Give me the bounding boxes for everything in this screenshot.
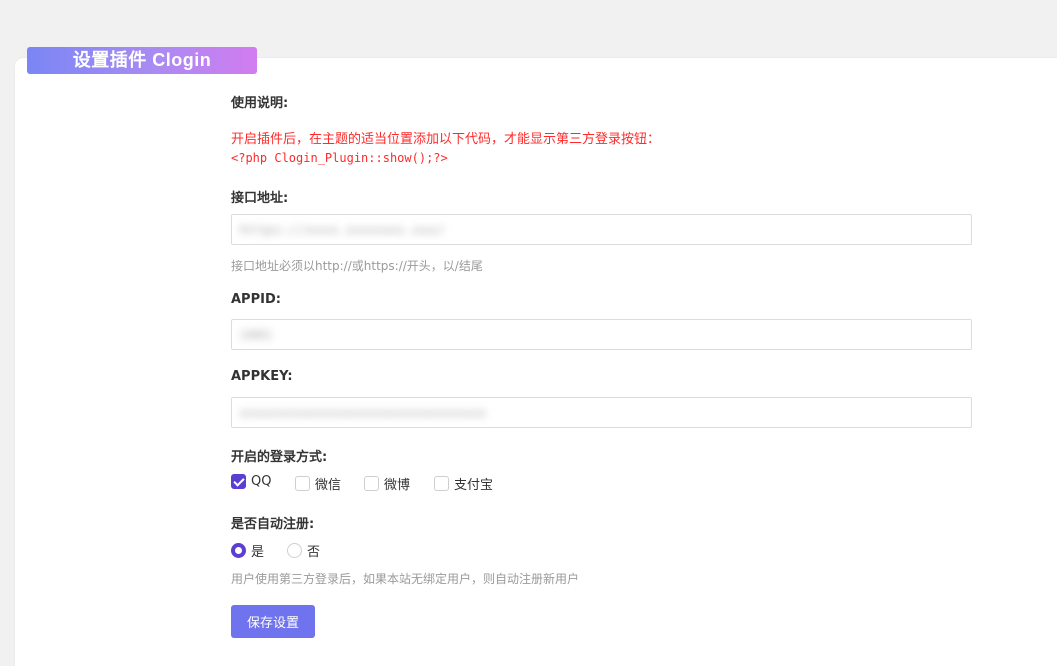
login-option-label: 微博	[384, 478, 411, 493]
api-url-hint: 接口地址必须以http://或https://开头，以/结尾	[231, 259, 483, 273]
appkey-value: xxxxxxxxxxxxxxxxxxxxxxxxxxxxxx	[240, 406, 487, 420]
auto-register-label: 是否自动注册:	[231, 517, 315, 532]
usage-label: 使用说明:	[231, 96, 289, 111]
checkbox-icon[interactable]	[434, 476, 449, 491]
page-title: 设置插件 Clogin	[27, 47, 257, 74]
radio-icon[interactable]	[287, 543, 302, 558]
checkbox-checked-icon[interactable]	[231, 474, 246, 489]
checkbox-icon[interactable]	[364, 476, 379, 491]
login-option-wechat[interactable]: 微信	[295, 474, 341, 493]
checkbox-icon[interactable]	[295, 476, 310, 491]
appkey-input[interactable]: xxxxxxxxxxxxxxxxxxxxxxxxxxxxxx	[231, 397, 972, 428]
login-option-qq[interactable]: QQ	[231, 474, 271, 489]
login-option-label: 支付宝	[454, 478, 494, 493]
radio-selected-icon[interactable]	[231, 543, 246, 558]
auto-register-yes[interactable]: 是	[231, 541, 264, 560]
api-url-value: https://xxxx.xxxxxxx.xxx/	[240, 223, 446, 237]
radio-label: 否	[307, 545, 321, 560]
usage-instruction: 开启插件后，在主题的适当位置添加以下代码，才能显示第三方登录按钮：	[231, 132, 661, 147]
login-option-label: 微信	[315, 478, 342, 493]
appid-input[interactable]: 1001	[231, 319, 972, 350]
radio-label: 是	[251, 545, 265, 560]
login-option-label: QQ	[251, 474, 272, 489]
api-url-label: 接口地址:	[231, 191, 289, 206]
appid-value: 1001	[240, 328, 273, 342]
save-settings-button[interactable]: 保存设置	[231, 605, 315, 638]
auto-register-no[interactable]: 否	[287, 541, 320, 560]
login-option-alipay[interactable]: 支付宝	[434, 474, 493, 493]
auto-register-hint: 用户使用第三方登录后，如果本站无绑定用户，则自动注册新用户	[231, 572, 580, 586]
appkey-label: APPKEY:	[231, 369, 293, 384]
login-methods-label: 开启的登录方式:	[231, 450, 328, 465]
appid-label: APPID:	[231, 292, 281, 307]
usage-code: <?php Clogin_Plugin::show();?>	[231, 151, 448, 165]
api-url-input[interactable]: https://xxxx.xxxxxxx.xxx/	[231, 214, 972, 245]
login-option-weibo[interactable]: 微博	[364, 474, 410, 493]
